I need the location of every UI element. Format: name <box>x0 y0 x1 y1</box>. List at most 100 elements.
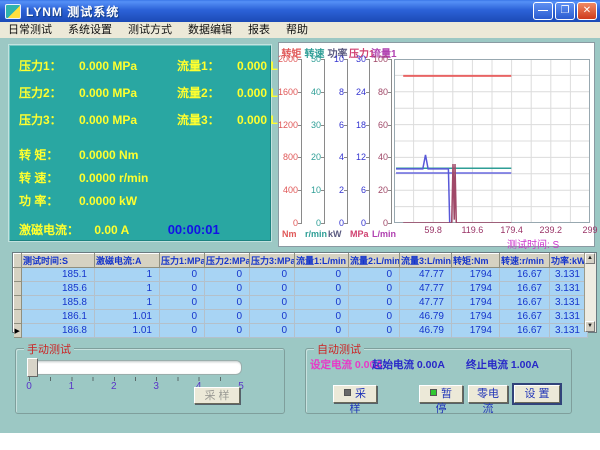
table-row[interactable]: 185.610000047.77179416.673.131 <box>14 282 588 296</box>
auto-button-3[interactable]: 设 置 <box>514 385 560 403</box>
table-cell[interactable]: 1794 <box>452 282 500 296</box>
table-cell[interactable]: 1794 <box>452 310 500 324</box>
table-cell[interactable]: 1794 <box>452 268 500 282</box>
table-cell[interactable]: 46.79 <box>400 310 452 324</box>
table-row[interactable]: 186.11.010000046.79179416.673.131 <box>14 310 588 324</box>
table-cell[interactable]: 1 <box>95 268 160 282</box>
menu-item-2[interactable]: 测试方式 <box>120 23 180 38</box>
table-cell[interactable]: 1794 <box>452 296 500 310</box>
table-cell[interactable]: 0 <box>205 310 250 324</box>
table-cell[interactable]: 1 <box>95 296 160 310</box>
close-button[interactable]: ✕ <box>577 2 597 20</box>
column-header-10[interactable]: 功率:kW <box>550 254 588 268</box>
table-cell[interactable]: 16.67 <box>500 268 550 282</box>
table-cell[interactable]: 47.77 <box>400 282 452 296</box>
table-cell[interactable]: 16.67 <box>500 324 550 338</box>
table-cell[interactable]: 0 <box>295 296 349 310</box>
auto-button-2[interactable]: 零电流 <box>468 385 508 403</box>
table-cell[interactable]: 0 <box>205 282 250 296</box>
table-cell[interactable]: 186.8 <box>22 324 95 338</box>
table-cell[interactable]: 0 <box>295 282 349 296</box>
table-cell[interactable]: 0 <box>349 282 400 296</box>
table-cell[interactable]: 0 <box>295 268 349 282</box>
table-cell[interactable]: 46.79 <box>400 324 452 338</box>
auto-field-2: 终止电流 1.00A <box>466 357 539 372</box>
auto-button-1[interactable]: 暂 停 <box>419 385 463 403</box>
column-header-6[interactable]: 流量2:L/min <box>349 254 400 268</box>
table-cell[interactable]: 0 <box>250 310 295 324</box>
table-cell[interactable]: 0 <box>349 268 400 282</box>
table-cell[interactable]: 0 <box>295 310 349 324</box>
manual-sample-button[interactable]: 采 样 <box>194 387 240 404</box>
menu-item-0[interactable]: 日常测试 <box>0 23 60 38</box>
table-cell[interactable]: 0 <box>205 296 250 310</box>
table-cell[interactable]: 0 <box>205 324 250 338</box>
table-cell[interactable]: 3.131 <box>550 310 588 324</box>
table-cell[interactable]: 185.8 <box>22 296 95 310</box>
table-cell[interactable]: 0 <box>250 324 295 338</box>
column-header-1[interactable]: 激磁电流:A <box>95 254 160 268</box>
table-row[interactable]: 185.110000047.77179416.673.131 <box>14 268 588 282</box>
table-cell[interactable]: 16.67 <box>500 310 550 324</box>
table-cell[interactable]: 1794 <box>452 324 500 338</box>
readout-text: 流量1： <box>177 57 237 74</box>
table-cell[interactable]: 0 <box>250 268 295 282</box>
column-header-2[interactable]: 压力1:MPa <box>160 254 205 268</box>
row-selector[interactable] <box>14 268 22 282</box>
table-cell[interactable]: 47.77 <box>400 268 452 282</box>
table-cell[interactable]: 0 <box>349 296 400 310</box>
minimize-button[interactable]: — <box>533 2 553 20</box>
row-selector[interactable]: ▶ <box>14 324 22 338</box>
table-cell[interactable]: 185.1 <box>22 268 95 282</box>
table-cell[interactable]: 0 <box>160 268 205 282</box>
slider-thumb[interactable] <box>27 358 38 377</box>
table-cell[interactable]: 185.6 <box>22 282 95 296</box>
slider-track[interactable] <box>28 360 242 375</box>
table-cell[interactable]: 1.01 <box>95 310 160 324</box>
readout-text: 0.000 MPa <box>79 59 177 73</box>
table-cell[interactable]: 1.01 <box>95 324 160 338</box>
readout-row: 转 速：0.0000 r/min <box>19 169 269 185</box>
table-row[interactable]: ▶186.81.010000046.79179416.673.131 <box>14 324 588 338</box>
table-cell[interactable]: 0 <box>250 282 295 296</box>
app-icon[interactable] <box>5 4 21 19</box>
table-cell[interactable]: 0 <box>349 310 400 324</box>
column-header-5[interactable]: 流量1:L/min <box>295 254 349 268</box>
row-selector[interactable] <box>14 282 22 296</box>
menu-item-4[interactable]: 报表 <box>240 23 278 38</box>
table-cell[interactable]: 0 <box>250 296 295 310</box>
table-cell[interactable]: 16.67 <box>500 282 550 296</box>
table-cell[interactable]: 3.131 <box>550 282 588 296</box>
scroll-down-arrow[interactable]: ▼ <box>585 321 595 332</box>
scroll-up-arrow[interactable]: ▲ <box>585 253 595 264</box>
column-header-7[interactable]: 流量3:L/min <box>400 254 452 268</box>
table-row[interactable]: 185.810000047.77179416.673.131 <box>14 296 588 310</box>
table-cell[interactable]: 0 <box>160 282 205 296</box>
restore-button[interactable]: ❐ <box>555 2 575 20</box>
column-header-3[interactable]: 压力2:MPa <box>205 254 250 268</box>
table-cell[interactable]: 0 <box>349 324 400 338</box>
table-cell[interactable]: 1 <box>95 282 160 296</box>
auto-button-0[interactable]: 采 样 <box>333 385 377 403</box>
table-scrollbar[interactable]: ▲▼ <box>584 253 596 332</box>
table-cell[interactable]: 0 <box>295 324 349 338</box>
column-header-4[interactable]: 压力3:MPa <box>250 254 295 268</box>
table-cell[interactable]: 186.1 <box>22 310 95 324</box>
column-header-8[interactable]: 转矩:Nm <box>452 254 500 268</box>
table-cell[interactable]: 3.131 <box>550 324 588 338</box>
table-cell[interactable]: 16.67 <box>500 296 550 310</box>
table-cell[interactable]: 47.77 <box>400 296 452 310</box>
table-cell[interactable]: 3.131 <box>550 268 588 282</box>
menu-item-5[interactable]: 帮助 <box>278 23 316 38</box>
menu-item-3[interactable]: 数据编辑 <box>180 23 240 38</box>
table-cell[interactable]: 0 <box>205 268 250 282</box>
row-selector[interactable] <box>14 310 22 324</box>
column-header-9[interactable]: 转速:r/min <box>500 254 550 268</box>
table-cell[interactable]: 3.131 <box>550 296 588 310</box>
column-header-0[interactable]: 测试时间:S <box>22 254 95 268</box>
table-cell[interactable]: 0 <box>160 310 205 324</box>
menu-item-1[interactable]: 系统设置 <box>60 23 120 38</box>
table-cell[interactable]: 0 <box>160 324 205 338</box>
table-cell[interactable]: 0 <box>160 296 205 310</box>
row-selector[interactable] <box>14 296 22 310</box>
